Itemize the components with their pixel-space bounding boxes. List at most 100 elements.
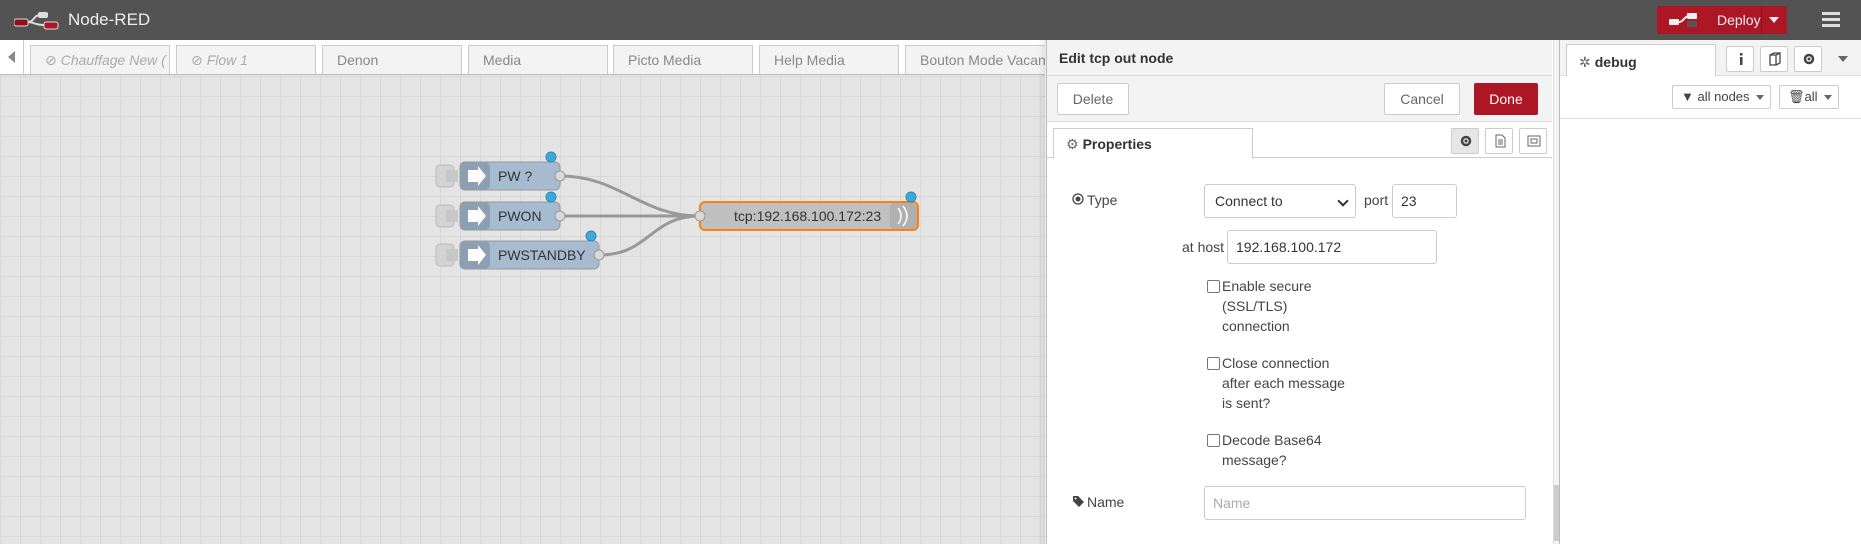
tray-tabs: ⚙ Properties [1047, 122, 1552, 159]
debug-toolbar: ▼ all nodes 🗑all [1560, 77, 1861, 119]
close-connection-label: Close connection after each message is s… [1222, 353, 1345, 413]
tab-debug[interactable]: ✲ debug [1566, 44, 1716, 77]
tab-bouton-mode-vacances[interactable]: Bouton Mode Vacan [905, 45, 1045, 74]
close-label-line: Close connection [1222, 355, 1330, 371]
bug-icon: ✲ [1579, 54, 1591, 70]
name-label: Name [1087, 494, 1125, 510]
type-select[interactable]: Connect to [1204, 184, 1356, 218]
gear-icon: ⚙ [1066, 136, 1079, 152]
output-port[interactable] [554, 210, 566, 222]
close-connection-checkbox[interactable] [1207, 357, 1220, 370]
tag-icon [1073, 496, 1084, 507]
host-label: at host [1182, 239, 1225, 255]
tab-label: Help Media [774, 52, 845, 68]
trash-icon: 🗑 [1788, 89, 1805, 104]
edit-tray: Edit tcp out node Delete Cancel Done ⚙ Pr… [1046, 40, 1552, 544]
type-label: Type [1087, 192, 1118, 208]
decode-base64-checkbox[interactable] [1207, 434, 1220, 447]
flow-canvas[interactable]: PW ? PWON PWSTANDBY tcp:192.168.100.172:… [0, 76, 1045, 544]
base64-label-line: message? [1222, 452, 1287, 468]
tab-properties-label: Properties [1082, 136, 1152, 152]
gear-icon [1460, 135, 1472, 147]
wire[interactable] [598, 214, 701, 257]
base64-label-line: Decode Base64 [1222, 432, 1322, 448]
dot-circle-icon [1072, 193, 1084, 205]
gear-icon [1803, 53, 1815, 65]
tab-properties[interactable]: ⚙ Properties [1053, 128, 1253, 159]
node-label-tcp-out: tcp:192.168.100.172:23 [734, 208, 882, 224]
node-label-pwstandby: PWSTANDBY [498, 247, 586, 263]
clear-debug-button[interactable]: 🗑all [1779, 85, 1839, 109]
help-tab-button[interactable] [1760, 46, 1788, 72]
port-label: port [1364, 192, 1389, 208]
close-label-line: is sent? [1222, 395, 1271, 411]
port-input[interactable]: 23 [1392, 184, 1457, 218]
changed-indicator [545, 191, 557, 203]
wire[interactable] [559, 174, 701, 218]
node-label-pwon: PWON [498, 208, 542, 224]
tab-debug-label: debug [1594, 54, 1637, 70]
app-title: Node-RED [68, 10, 151, 29]
object-ungroup-icon [1527, 135, 1541, 147]
output-port[interactable] [593, 249, 605, 261]
deploy-divider [1761, 6, 1762, 34]
changed-indicator [585, 230, 597, 242]
deploy-options-caret-icon[interactable] [1769, 17, 1779, 23]
config-tab-button[interactable] [1794, 46, 1822, 72]
deploy-label: Deploy [1717, 12, 1761, 28]
deploy-button[interactable]: Deploy [1657, 6, 1787, 34]
deploy-icon [1669, 13, 1697, 27]
ssl-checkbox[interactable] [1207, 280, 1220, 293]
disabled-icon: ⊘ [191, 52, 203, 68]
tab-label: Picto Media [628, 52, 702, 68]
cancel-button[interactable]: Cancel [1384, 83, 1460, 115]
tab-label: Flow 1 [206, 52, 248, 68]
info-icon [1740, 53, 1743, 65]
input-port[interactable] [694, 210, 706, 222]
file-text-icon [1495, 134, 1506, 148]
flow-canvas-drawing [435, 151, 919, 270]
info-tab-button[interactable] [1726, 46, 1754, 72]
tray-toolbar: Delete Cancel Done [1047, 76, 1552, 122]
tab-label: Chauffage New ( [60, 52, 166, 68]
header-bar: Node-RED Deploy [0, 0, 1861, 40]
changed-indicator [905, 191, 917, 203]
tab-denon[interactable]: Denon [322, 45, 462, 74]
disabled-icon: ⊘ [45, 52, 57, 68]
tab-label: Media [483, 52, 522, 68]
tab-media[interactable]: Media [468, 45, 608, 74]
host-input[interactable]: 192.168.100.172 [1227, 230, 1437, 264]
filter-nodes-label: all nodes [1697, 89, 1750, 104]
tray-title: Edit tcp out node [1047, 40, 1552, 76]
ssl-label-line: connection [1222, 318, 1290, 334]
name-input[interactable]: Name [1204, 486, 1526, 520]
sidebar-tabs: ✲ debug [1560, 40, 1861, 77]
sidebar: ✲ debug ▼ all nodes 🗑all [1559, 40, 1861, 544]
workspace: ⊘ Chauffage New ( ⊘ Flow 1 Denon Media Pic… [0, 40, 1045, 544]
output-port[interactable] [554, 170, 566, 182]
node-label-pw: PW ? [498, 168, 533, 184]
book-icon [1769, 52, 1781, 66]
node-appearance-button[interactable] [1519, 128, 1547, 154]
node-properties-button[interactable] [1451, 128, 1479, 154]
close-label-line: after each message [1222, 375, 1345, 391]
filter-nodes-button[interactable]: ▼ all nodes [1672, 85, 1771, 109]
delete-button[interactable]: Delete [1057, 83, 1129, 115]
tab-chauffage-new[interactable]: ⊘ Chauffage New ( [30, 45, 170, 74]
tab-help-media[interactable]: Help Media [759, 45, 899, 74]
tray-shadow [1038, 40, 1046, 544]
done-button[interactable]: Done [1474, 83, 1538, 115]
tab-label: Bouton Mode Vacan [920, 52, 1045, 68]
node-description-button[interactable] [1485, 128, 1513, 154]
hamburger-menu-icon[interactable] [1820, 10, 1842, 30]
ssl-label-line: (SSL/TLS) [1222, 298, 1288, 314]
tab-picto-media[interactable]: Picto Media [613, 45, 753, 74]
node-red-logo-icon [14, 10, 62, 30]
tab-flow-1[interactable]: ⊘ Flow 1 [176, 45, 316, 74]
sidebar-tabs-caret-icon[interactable] [1838, 56, 1848, 62]
ssl-label-line: Enable secure [1222, 278, 1312, 294]
clear-label: all [1804, 89, 1818, 104]
tab-scroll-left-icon[interactable] [0, 40, 24, 74]
tab-label: Denon [337, 52, 379, 68]
decode-base64-label: Decode Base64 message? [1222, 430, 1322, 470]
